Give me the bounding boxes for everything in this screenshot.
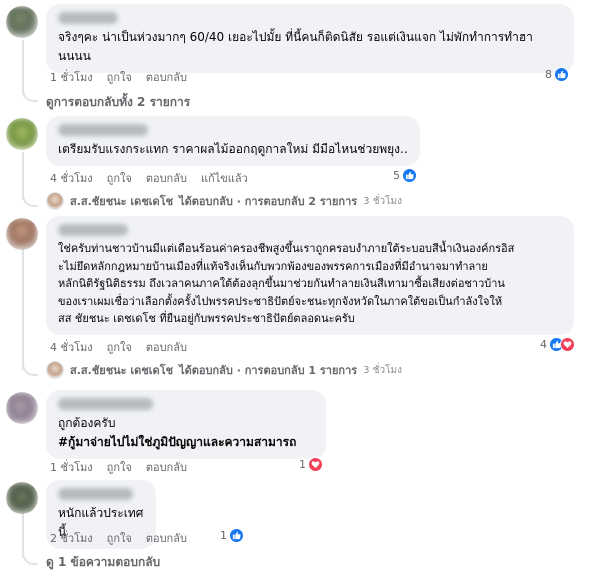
like-button[interactable]: ถูกใจ — [107, 458, 132, 476]
comment-bubble: เตรียมรับแรงกระแทก ราคาผลไม้ออกฤดูกาลใหม… — [46, 116, 420, 166]
comment-actions: 4 ชั่วโมง ถูกใจ ตอบกลับ — [50, 338, 187, 356]
reply-summary[interactable]: ส.ส.ชัยชนะ เดชเดโช ได้ตอบกลับ · การตอบกล… — [46, 361, 402, 379]
avatar[interactable] — [6, 118, 38, 150]
edited-label: แก้ไขแล้ว — [200, 172, 248, 185]
thread-connector — [22, 193, 38, 207]
reply-summary-time: 3 ชั่วโมง — [363, 364, 402, 376]
reply-summary-time: 3 ชั่วโมง — [363, 195, 402, 207]
comment-text: เตรียมรับแรงกระแทก ราคาผลไม้ออกฤดูกาลใหม… — [58, 142, 408, 156]
reply-button[interactable]: ตอบกลับ — [146, 529, 187, 547]
thumbs-up-icon — [402, 168, 417, 183]
reaction-summary[interactable]: 4 — [540, 337, 575, 352]
reply-button[interactable]: ตอบกลับ — [146, 68, 187, 86]
reaction-count: 8 — [545, 68, 552, 81]
heart-icon — [560, 337, 575, 352]
avatar[interactable] — [6, 482, 38, 514]
comment-text: ถูกต้องครับ — [58, 416, 116, 430]
reaction-summary[interactable]: 8 — [545, 67, 569, 82]
avatar[interactable] — [6, 392, 38, 424]
reaction-count: 5 — [393, 169, 400, 182]
like-button[interactable]: ถูกใจ — [107, 338, 132, 356]
like-button[interactable]: ถูกใจ — [107, 169, 132, 187]
reaction-count: 1 — [220, 529, 227, 542]
commenter-name[interactable] — [58, 398, 153, 410]
comment-actions: 4 ชั่วโมง ถูกใจ ตอบกลับ แก้ไขแล้ว — [50, 169, 248, 187]
view-replies-link[interactable]: ดู 1 ข้อความตอบกลับ — [46, 553, 160, 572]
comment-actions: 1 ชั่วโมง ถูกใจ ตอบกลับ — [50, 458, 187, 476]
avatar[interactable] — [6, 218, 38, 250]
reply-summary-text: ได้ตอบกลับ · การตอบกลับ 1 รายการ — [179, 364, 358, 377]
reply-summary[interactable]: ส.ส.ชัยชนะ เดชเดโช ได้ตอบกลับ · การตอบกล… — [46, 192, 402, 210]
hashtag-link[interactable]: #กู้มาจ่ายไปไม่ใช่ภูมิปัญญาและความสามารถ — [58, 433, 314, 452]
reply-button[interactable]: ตอบกลับ — [146, 458, 187, 476]
comment-time[interactable]: 4 ชั่วโมง — [50, 169, 93, 187]
commenter-name[interactable] — [58, 12, 118, 24]
comment-text: ใช่ครับท่านชาวบ้านมีแต่เดือนร้อนค่าครองช… — [58, 242, 515, 325]
comment-time[interactable]: 1 ชั่วโมง — [50, 458, 93, 476]
reaction-count: 1 — [299, 458, 306, 471]
like-button[interactable]: ถูกใจ — [107, 68, 132, 86]
like-button[interactable]: ถูกใจ — [107, 529, 132, 547]
replier-avatar — [46, 361, 64, 379]
commenter-name[interactable] — [58, 124, 148, 136]
comment-actions: 1 ชั่วโมง ถูกใจ ตอบกลับ — [50, 68, 187, 86]
comment-bubble: ใช่ครับท่านชาวบ้านมีแต่เดือนร้อนค่าครองช… — [46, 216, 574, 335]
thread-line — [22, 248, 24, 370]
reaction-summary[interactable]: 1 — [299, 457, 323, 472]
reaction-summary[interactable]: 1 — [220, 528, 244, 543]
comment-time[interactable]: 1 ชั่วโมง — [50, 68, 93, 86]
reaction-count: 4 — [540, 338, 547, 351]
commenter-name[interactable] — [58, 224, 128, 236]
thread-line — [22, 40, 24, 95]
comment-bubble: จริงๆคะ น่าเป็นห่วงมากๆ 60/40 เยอะไปมั้ย… — [46, 4, 574, 73]
comment-actions: 2 ชั่วโมง ถูกใจ ตอบกลับ — [50, 529, 187, 547]
reply-button[interactable]: ตอบกลับ — [146, 169, 187, 187]
thumbs-up-icon — [554, 67, 569, 82]
replier-name: ส.ส.ชัยชนะ เดชเดโช — [70, 195, 174, 208]
comment-bubble: ถูกต้องครับ #กู้มาจ่ายไปไม่ใช่ภูมิปัญญาแ… — [46, 390, 326, 459]
thread-connector — [22, 551, 38, 565]
reply-button[interactable]: ตอบกลับ — [146, 338, 187, 356]
comment-time[interactable]: 2 ชั่วโมง — [50, 529, 93, 547]
comment-text: จริงๆคะ น่าเป็นห่วงมากๆ 60/40 เยอะไปมั้ย… — [58, 30, 533, 63]
thread-connector — [22, 88, 38, 102]
reply-summary-text: ได้ตอบกลับ · การตอบกลับ 2 รายการ — [179, 195, 358, 208]
replier-name: ส.ส.ชัยชนะ เดชเดโช — [70, 364, 174, 377]
heart-icon — [308, 457, 323, 472]
reaction-summary[interactable]: 5 — [393, 168, 417, 183]
avatar[interactable] — [6, 6, 38, 38]
comment-time[interactable]: 4 ชั่วโมง — [50, 338, 93, 356]
commenter-name[interactable] — [58, 488, 133, 500]
view-replies-link[interactable]: ดูการตอบกลับทั้ง 2 รายการ — [46, 93, 190, 112]
thread-connector — [22, 362, 38, 376]
thumbs-up-icon — [229, 528, 244, 543]
replier-avatar — [46, 192, 64, 210]
